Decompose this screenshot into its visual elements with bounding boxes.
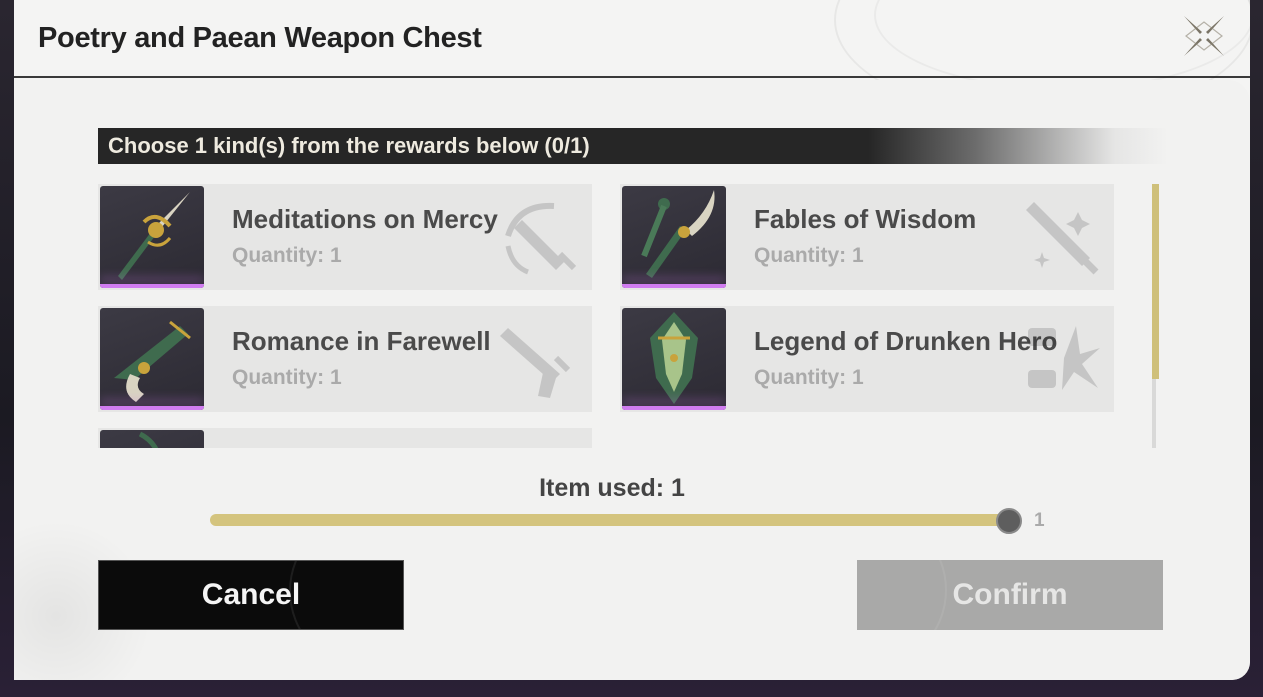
reward-quantity: Quantity: 1 [754,244,864,267]
dialog-header: Poetry and Paean Weapon Chest [14,0,1250,120]
weapon-thumbnail [100,186,204,288]
scrollbar-thumb[interactable] [1152,184,1159,379]
dialog-title: Poetry and Paean Weapon Chest [38,22,482,54]
button-decoration [289,561,403,629]
instruction-bar: Choose 1 kind(s) from the rewards below … [98,128,1168,164]
weapon-chest-dialog: Poetry and Paean Weapon Chest Choose 1 k… [14,0,1250,680]
weapon-thumbnail [100,308,204,410]
confirm-button[interactable]: Confirm [857,560,1163,630]
rectifier-icon [498,440,582,448]
item-used-label: Item used: 1 [539,474,685,502]
gauntlets-weapon-icon [650,312,698,404]
rarity-bar [100,406,204,410]
rarity-bar [100,284,204,288]
reward-card-romance-in-farewell[interactable]: Romance in Farewell Quantity: 1 [98,306,592,412]
sword-weapon-icon [641,190,715,278]
reward-name: Meditations on Mercy [232,204,498,234]
weapon-thumbnail [100,430,204,448]
instruction-text: Choose 1 kind(s) from the rewards below … [108,133,590,158]
reward-quantity: Quantity: 1 [754,366,864,389]
reward-name: Legend of Drunken Hero [754,326,1058,356]
weapon-thumbnail [622,308,726,410]
quantity-slider-track[interactable] [210,514,1010,526]
broadblade-icon [505,202,577,275]
pistol-icon [500,328,571,398]
close-x-icon [1184,16,1224,56]
reward-name: Fables of Wisdom [754,204,977,234]
reward-name: Romance in Farewell [232,326,491,356]
sword-icon [1026,202,1099,275]
pistol-weapon-icon [114,320,191,402]
reward-card-partial[interactable] [98,428,592,448]
quantity-slider-handle[interactable] [996,508,1022,534]
button-decoration [857,560,947,630]
cancel-button[interactable]: Cancel [98,560,404,630]
reward-quantity: Quantity: 1 [232,244,342,267]
cancel-button-label: Cancel [201,578,301,611]
reward-card-legend-of-drunken-hero[interactable]: Legend of Drunken Hero Quantity: 1 [620,306,1114,412]
rarity-bar [622,284,726,288]
slider-max-label: 1 [1034,510,1045,531]
weapon-thumbnail [622,186,726,288]
rarity-bar [622,406,726,410]
broadblade-weapon-icon [118,192,190,280]
reward-card-meditations-on-mercy[interactable]: Meditations on Mercy Quantity: 1 [98,184,592,290]
reward-quantity: Quantity: 1 [232,366,342,389]
reward-card-fables-of-wisdom[interactable]: Fables of Wisdom Quantity: 1 [620,184,1114,290]
confirm-button-label: Confirm [952,578,1068,611]
reward-list[interactable]: Meditations on Mercy Quantity: 1 Fables … [98,184,1138,448]
rectifier-weapon-icon [138,431,159,448]
gauntlets-icon [1028,326,1100,390]
dialog-body: Choose 1 kind(s) from the rewards below … [14,80,1250,680]
close-button[interactable] [1180,12,1228,60]
